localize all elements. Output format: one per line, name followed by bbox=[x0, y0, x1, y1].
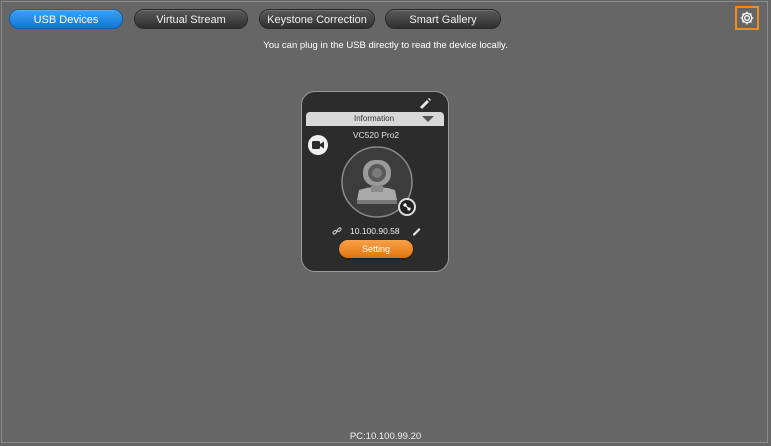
usb-hint-text: You can plug in the USB directly to read… bbox=[263, 40, 508, 51]
connect-icon bbox=[403, 203, 411, 211]
record-button[interactable] bbox=[308, 135, 328, 155]
tab-virtual-stream[interactable]: Virtual Stream bbox=[134, 9, 248, 29]
ip-row: 10.100.90.58 bbox=[302, 226, 448, 238]
tab-keystone-correction[interactable]: Keystone Correction bbox=[259, 9, 375, 29]
tab-smart-gallery[interactable]: Smart Gallery bbox=[385, 9, 501, 29]
device-card: Information VC520 Pro2 10.100.90.58 Sett… bbox=[301, 91, 449, 272]
information-label: Information bbox=[354, 114, 395, 123]
setting-button[interactable]: Setting bbox=[339, 240, 413, 258]
pencil-icon[interactable] bbox=[417, 96, 431, 109]
record-icon bbox=[312, 141, 324, 149]
device-ip: 10.100.90.58 bbox=[350, 226, 400, 236]
link-icon bbox=[332, 227, 342, 235]
pc-ip-footer: PC:10.100.99.20 bbox=[349, 431, 422, 442]
tab-usb-devices[interactable]: USB Devices bbox=[9, 9, 123, 29]
pencil-icon[interactable] bbox=[412, 226, 422, 236]
settings-gear-button[interactable] bbox=[735, 6, 759, 30]
connect-button[interactable] bbox=[398, 198, 416, 216]
dropdown-arrow-icon bbox=[422, 116, 434, 122]
information-dropdown[interactable]: Information bbox=[306, 112, 444, 126]
gear-icon bbox=[740, 11, 754, 25]
